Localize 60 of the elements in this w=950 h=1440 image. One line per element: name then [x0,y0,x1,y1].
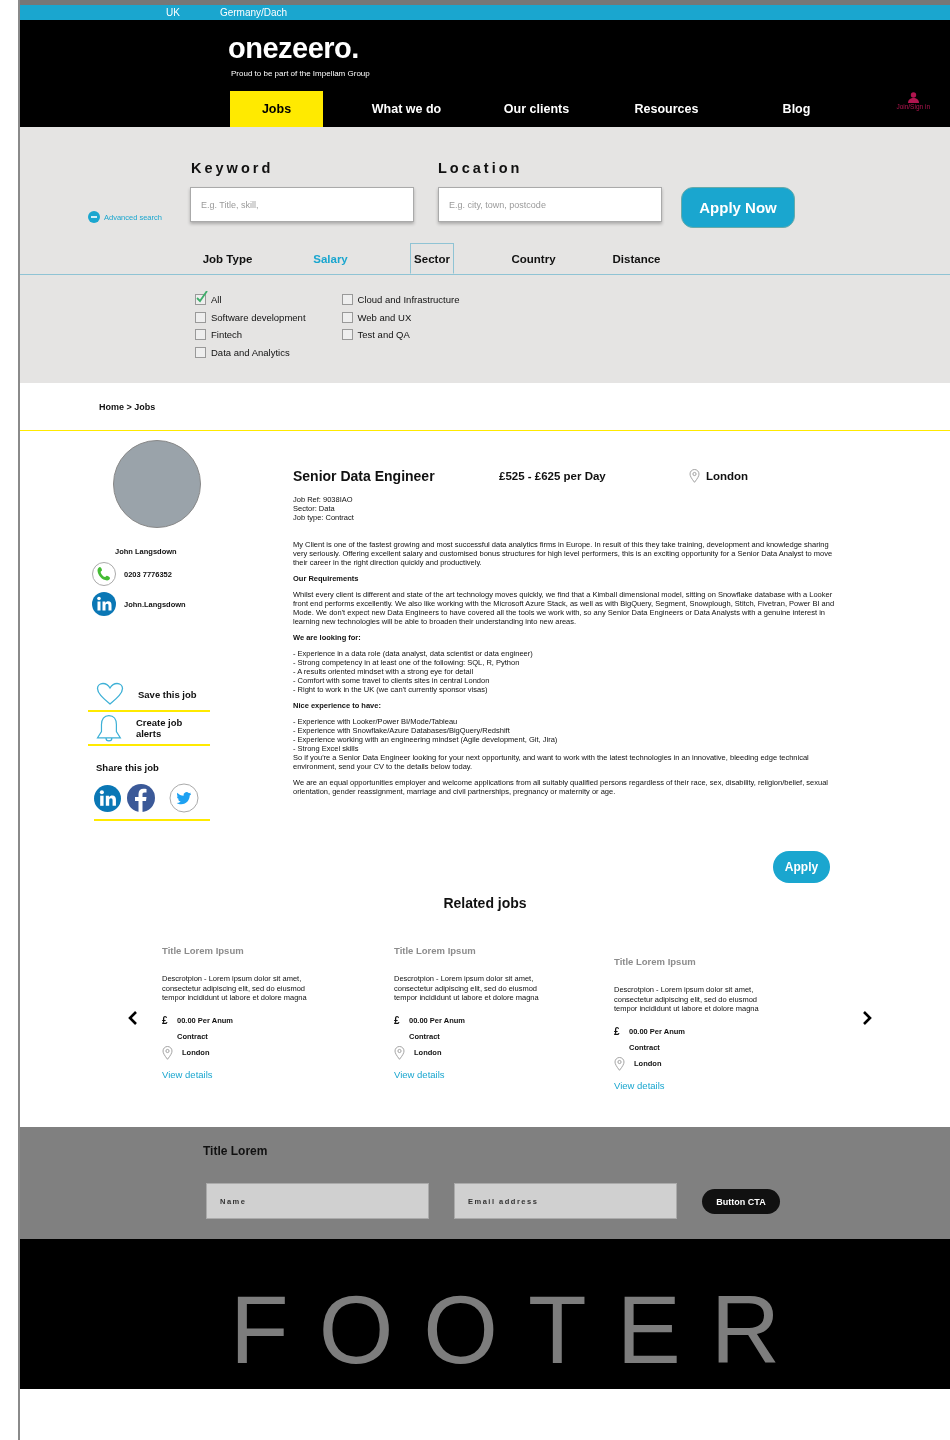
linkedin-icon[interactable] [94,784,121,812]
facebook-icon[interactable] [127,784,155,812]
logo[interactable]: onezeero. [228,32,359,65]
nav-link[interactable]: Our clients [490,91,583,127]
card-title: Title Lorem Ipsum [394,945,477,957]
related-jobs-title: Related jobs [442,895,528,911]
currency-symbol: £ [162,1015,168,1027]
filter-tab[interactable]: Country [482,243,585,274]
checkbox-label[interactable]: Fintech [211,329,243,341]
checkbox[interactable] [195,346,206,358]
share-title: Share this job [96,762,160,773]
field-label: Location [438,160,523,176]
location-field[interactable]: E.g. city, town, postcode [438,187,662,222]
job-location: London [706,471,749,481]
job-rate: £525 - £625 per Day [499,471,607,481]
footer-text: FOOTER [230,1275,810,1385]
checkbox-label[interactable]: Cloud and Infrastructure [357,294,460,306]
field-label: Keyword [191,160,274,176]
checkbox[interactable] [341,294,353,306]
chevron-right-icon[interactable] [862,1010,872,1026]
checkbox-label[interactable]: Web and UX [357,311,412,323]
card-title: Title Lorem Ipsum [162,945,245,957]
checkbox-label[interactable]: Software development [211,311,306,323]
currency-symbol: £ [394,1015,400,1027]
breadcrumb[interactable]: Home > Jobs [99,401,156,412]
twitter-icon[interactable] [169,783,199,813]
user-icon[interactable] [907,92,919,103]
nav-link[interactable]: Resources [620,91,713,127]
filter-tab[interactable]: Sector [410,243,454,274]
nav-link[interactable]: Blog [750,91,843,127]
keyword-field[interactable]: E.g. Title, skill, [190,187,414,222]
action-link[interactable]: Save this job [88,678,210,712]
checkbox-label[interactable]: Test and QA [357,329,410,341]
location-pin-icon [689,469,700,483]
checkbox-label[interactable]: All [211,294,222,306]
currency-symbol: £ [614,1026,620,1038]
newsletter-title: Title Lorem [203,1144,268,1158]
nav-link[interactable]: Jobs [230,91,323,127]
heart-icon[interactable] [96,682,124,706]
phone-icon[interactable] [92,562,116,586]
location-pin-icon [394,1045,405,1060]
location-pin-icon [162,1045,173,1060]
checkbox[interactable] [195,311,206,323]
linkedin-icon[interactable] [92,592,116,616]
collapse-icon[interactable] [88,211,100,223]
filter-tab[interactable]: Job Type [176,243,279,274]
bell-icon[interactable] [96,714,122,742]
location-pin-icon [614,1056,625,1071]
tagline: Proud to be part of the Impellam Group [231,69,370,78]
checkbox[interactable] [341,311,353,323]
cta-button[interactable]: Button CTA [702,1189,780,1214]
action-link[interactable]: Create job alerts [88,712,210,746]
checkbox-label[interactable]: Data and Analytics [211,346,290,358]
checkbox[interactable] [195,294,206,306]
card-title: Title Lorem Ipsum [614,956,697,968]
nav-link[interactable]: What we do [360,91,453,127]
filter-tab[interactable]: Distance [585,243,688,274]
checkbox[interactable] [195,329,206,341]
chevron-left-icon[interactable] [128,1010,138,1026]
checkbox[interactable] [341,329,353,341]
